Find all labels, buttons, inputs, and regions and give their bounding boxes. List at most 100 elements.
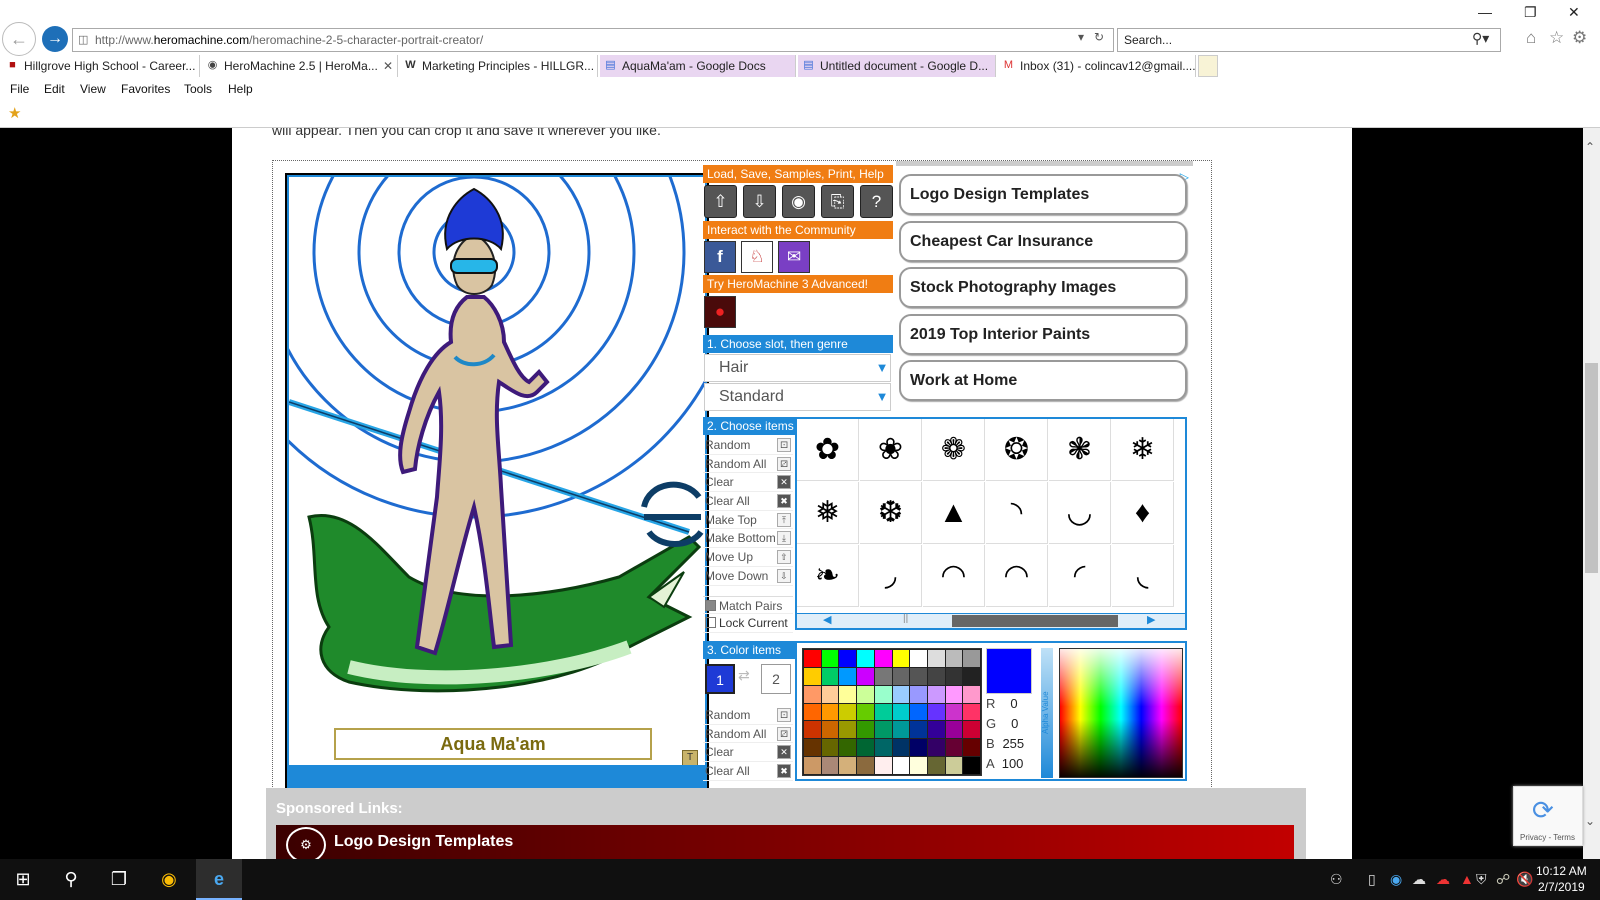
favorites-bar-star-icon[interactable]: ★ bbox=[8, 104, 21, 122]
hair-thumb[interactable]: ◝ bbox=[986, 482, 1048, 544]
a-value[interactable]: 100 bbox=[998, 754, 1028, 774]
color-swatch[interactable] bbox=[821, 667, 839, 685]
move-down-button[interactable]: Move Down ⇩ bbox=[703, 567, 793, 586]
heromachine-3-icon[interactable]: ● bbox=[704, 296, 736, 328]
color-swatch[interactable] bbox=[892, 703, 910, 721]
color-swatch[interactable] bbox=[857, 721, 874, 739]
lock-current-checkbox[interactable] bbox=[705, 617, 716, 629]
alpha-slider[interactable]: Alpha Value bbox=[1041, 648, 1053, 778]
menu-file[interactable]: File bbox=[10, 79, 29, 99]
hair-thumb[interactable]: ◟ bbox=[1112, 545, 1174, 607]
text-toggle-button[interactable]: T bbox=[682, 750, 698, 765]
menu-tools[interactable]: Tools bbox=[184, 79, 212, 99]
color-swatch[interactable] bbox=[804, 703, 821, 721]
color-swatch[interactable] bbox=[910, 757, 927, 774]
color-swatch[interactable] bbox=[910, 650, 927, 667]
color-random-all-button[interactable]: Random All ⚂ bbox=[703, 725, 793, 744]
color-swatch[interactable] bbox=[892, 757, 910, 774]
scroll-left-icon[interactable]: ◀ bbox=[823, 613, 831, 626]
color-swatch[interactable] bbox=[910, 721, 927, 739]
color-swatch[interactable] bbox=[804, 757, 821, 774]
refresh-icon[interactable]: ↻ bbox=[1094, 30, 1104, 44]
antivirus-icon[interactable]: ▲ bbox=[1460, 871, 1474, 887]
color-swatch-grid[interactable] bbox=[802, 648, 982, 776]
scroll-down-icon[interactable]: ⌄ bbox=[1585, 814, 1595, 828]
new-tab-button[interactable] bbox=[1198, 55, 1218, 77]
color-swatch[interactable] bbox=[839, 685, 857, 703]
color-swatch[interactable] bbox=[963, 667, 980, 685]
color-swatch[interactable] bbox=[945, 757, 963, 774]
gear-icon[interactable]: ⚙ bbox=[1572, 28, 1587, 48]
scrollbar-thumb[interactable] bbox=[1585, 363, 1598, 573]
color-swatch[interactable] bbox=[874, 703, 892, 721]
color-swatch[interactable] bbox=[963, 703, 980, 721]
color-swatch[interactable] bbox=[927, 703, 945, 721]
make-top-button[interactable]: Make Top ⤒ bbox=[703, 511, 793, 530]
clear-all-button[interactable]: Clear All ✖ bbox=[703, 492, 793, 511]
color-swatch[interactable] bbox=[857, 757, 874, 774]
color-swatch[interactable] bbox=[804, 685, 821, 703]
color-clear-all-button[interactable]: Clear All ✖ bbox=[703, 762, 793, 781]
color-swatch[interactable] bbox=[839, 667, 857, 685]
color-swatch[interactable] bbox=[804, 739, 821, 757]
color-swatch[interactable] bbox=[821, 685, 839, 703]
hair-thumb[interactable]: ❀ bbox=[860, 419, 922, 481]
hair-thumb[interactable]: ❆ bbox=[860, 482, 922, 544]
hair-thumb[interactable]: ❧ bbox=[797, 545, 859, 607]
color-swatch[interactable] bbox=[804, 721, 821, 739]
battery-icon[interactable]: ▯ bbox=[1368, 871, 1376, 888]
hair-thumb[interactable]: ◡ bbox=[1049, 482, 1111, 544]
hair-thumb[interactable]: ❄ bbox=[1112, 419, 1174, 481]
close-window-icon[interactable]: ✕ bbox=[1568, 4, 1580, 21]
eye-icon[interactable]: ◉ bbox=[782, 185, 815, 218]
color-slot-1[interactable]: 1 bbox=[705, 664, 735, 694]
advanced-header[interactable]: Try HeroMachine 3 Advanced! bbox=[703, 275, 893, 293]
recaptcha-text[interactable]: Privacy - Terms bbox=[1520, 833, 1575, 842]
tab-aquamaam-doc[interactable]: ▤ AquaMa'am - Google Docs bbox=[600, 55, 796, 77]
r-value[interactable]: 0 bbox=[999, 694, 1029, 714]
color-swatch[interactable] bbox=[927, 667, 945, 685]
hair-thumb[interactable]: ♦ bbox=[1112, 482, 1174, 544]
hair-thumb[interactable]: ✿ bbox=[797, 419, 859, 481]
color-slot-2[interactable]: 2 bbox=[761, 664, 791, 694]
hair-thumb[interactable]: ◠ bbox=[923, 545, 985, 607]
color-swatch[interactable] bbox=[927, 739, 945, 757]
scroll-up-icon[interactable]: ⌃ bbox=[1585, 140, 1595, 154]
match-pairs-checkbox[interactable] bbox=[705, 599, 716, 611]
color-swatch[interactable] bbox=[945, 703, 963, 721]
color-swatch[interactable] bbox=[804, 667, 821, 685]
back-button[interactable]: ← bbox=[2, 22, 36, 56]
b-value[interactable]: 255 bbox=[998, 734, 1028, 754]
color-swatch[interactable] bbox=[910, 667, 927, 685]
ad-link[interactable]: Cheapest Car Insurance bbox=[899, 221, 1187, 262]
download-icon[interactable]: ⇩ bbox=[743, 185, 776, 218]
facebook-icon[interactable]: f bbox=[704, 241, 736, 273]
menu-favorites[interactable]: Favorites bbox=[121, 79, 170, 99]
move-up-button[interactable]: Move Up ⇧ bbox=[703, 548, 793, 567]
chrome-icon[interactable]: ◉ bbox=[146, 859, 192, 900]
mail-icon[interactable]: ✉ bbox=[778, 241, 810, 273]
home-icon[interactable]: ⌂ bbox=[1526, 28, 1536, 48]
sponsored-link[interactable]: ⚙ Logo Design Templates bbox=[276, 825, 1294, 859]
hair-thumb[interactable]: ❁ bbox=[923, 419, 985, 481]
color-swatch[interactable] bbox=[874, 667, 892, 685]
color-swatch[interactable] bbox=[839, 650, 857, 667]
character-canvas[interactable]: Aqua Ma'am T bbox=[285, 173, 709, 790]
color-swatch[interactable] bbox=[892, 739, 910, 757]
swap-colors-icon[interactable]: ⇄ bbox=[738, 667, 750, 684]
color-clear-button[interactable]: Clear ✕ bbox=[703, 743, 793, 763]
print-icon[interactable]: ⎘ bbox=[821, 185, 854, 218]
character-name-plate[interactable]: Aqua Ma'am bbox=[334, 728, 652, 760]
hair-thumb[interactable]: ❂ bbox=[986, 419, 1048, 481]
color-swatch[interactable] bbox=[874, 650, 892, 667]
hair-thumb[interactable]: ◠ bbox=[986, 545, 1048, 607]
color-swatch[interactable] bbox=[945, 667, 963, 685]
g-value[interactable]: 0 bbox=[1000, 714, 1030, 734]
onedrive-icon[interactable]: ☁ bbox=[1412, 871, 1426, 888]
upload-icon[interactable]: ⇧ bbox=[704, 185, 737, 218]
genre-select[interactable]: Standard ▼ bbox=[704, 383, 891, 411]
color-swatch[interactable] bbox=[804, 650, 821, 667]
ad-link[interactable]: 2019 Top Interior Paints bbox=[899, 314, 1187, 355]
tab-untitled-doc[interactable]: ▤ Untitled document - Google D... bbox=[798, 55, 996, 77]
color-spectrum[interactable] bbox=[1059, 648, 1183, 778]
